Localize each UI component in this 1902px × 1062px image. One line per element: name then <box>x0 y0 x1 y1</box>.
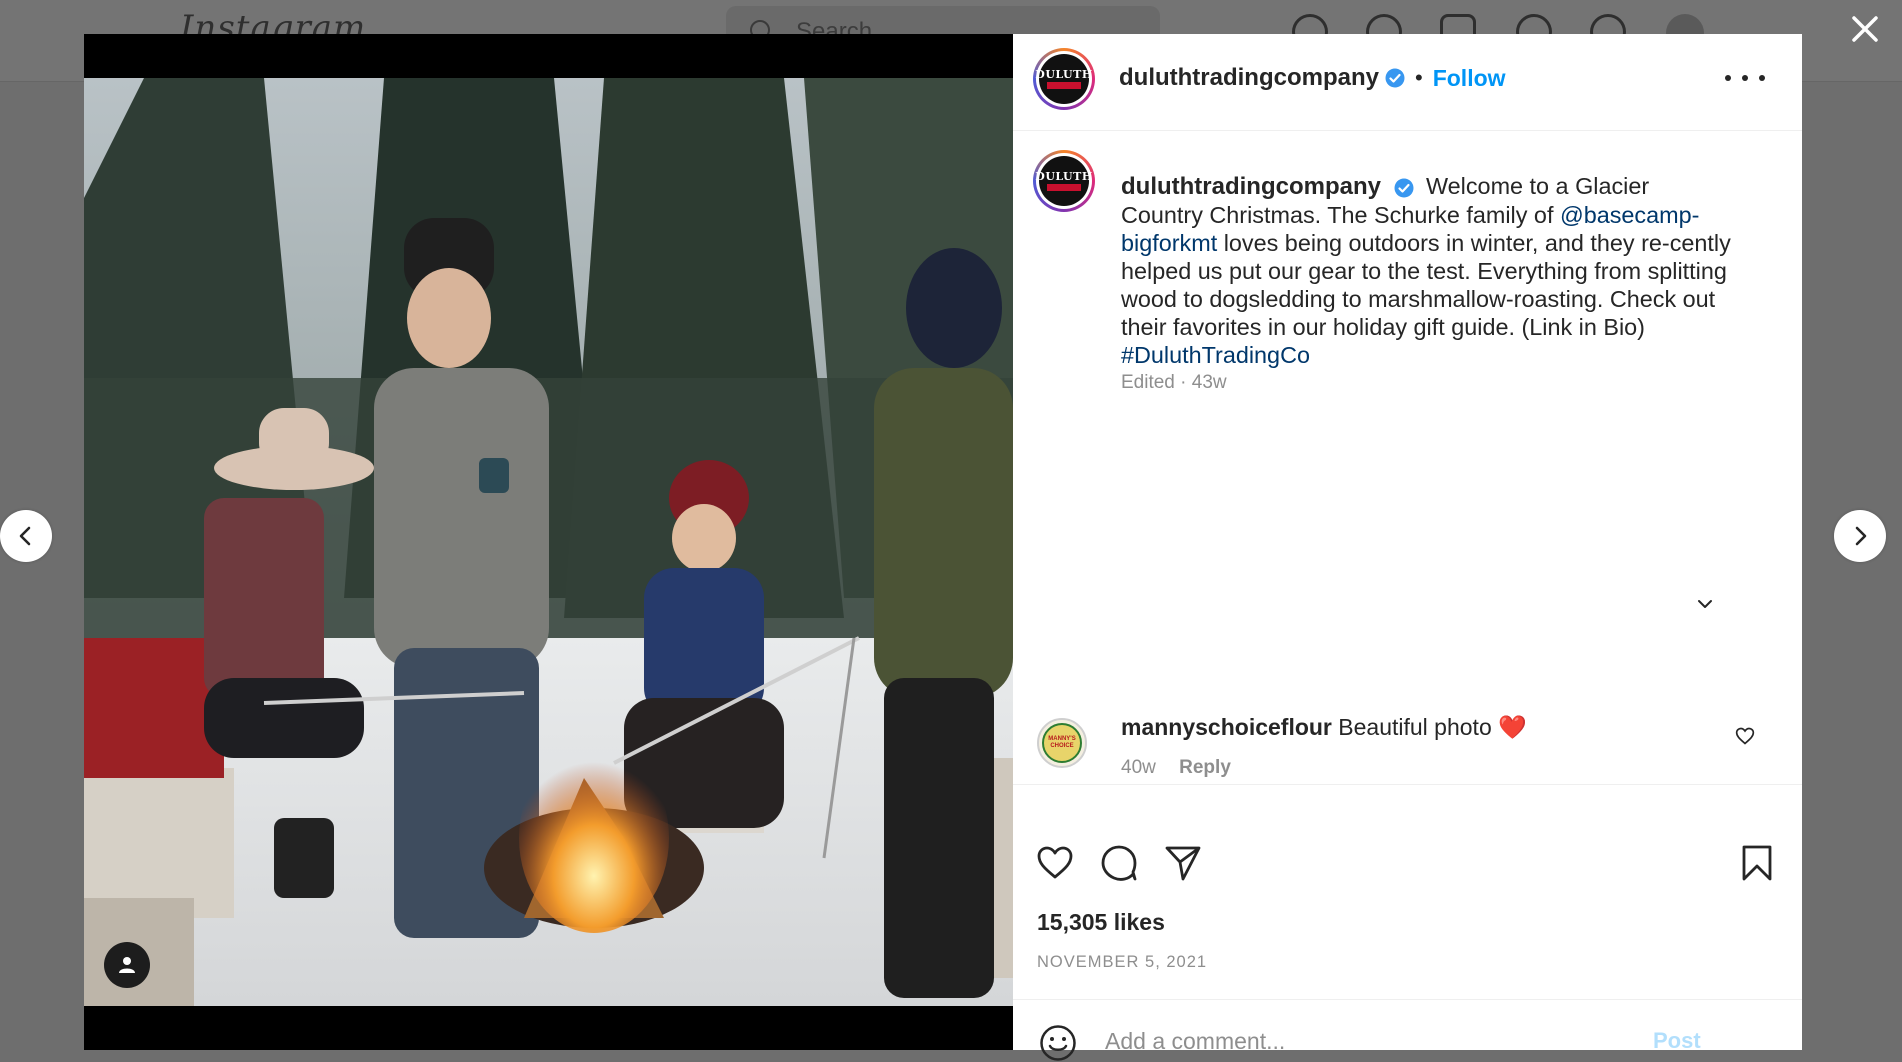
chevron-down-icon[interactable] <box>1693 592 1717 616</box>
caption-author-avatar[interactable]: DULUTH <box>1033 150 1095 212</box>
commenter-avatar[interactable]: MANNY'S CHOICE <box>1037 718 1087 768</box>
follow-button[interactable]: Follow <box>1433 65 1506 92</box>
close-icon <box>1852 16 1878 42</box>
header-separator: • <box>1415 65 1423 90</box>
next-post-button[interactable] <box>1834 510 1886 562</box>
reply-button[interactable]: Reply <box>1179 757 1231 778</box>
verified-badge-icon <box>1394 178 1413 198</box>
comment-text: Beautiful photo ❤️ <box>1338 714 1527 740</box>
chevron-right-icon <box>1855 526 1867 546</box>
user-tag-icon <box>119 957 135 973</box>
comment-age: 40w <box>1121 757 1156 778</box>
commenter-username[interactable]: mannyschoiceflour <box>1121 714 1332 740</box>
tagged-users-button[interactable] <box>104 942 150 988</box>
post-header: DULUTH duluthtradingcompany • Follow <box>1013 34 1802 131</box>
post-modal: DULUTH duluthtradingcompany • Follow DUL… <box>84 34 1802 1062</box>
post-comment-button[interactable]: Post <box>1653 1028 1701 1054</box>
add-comment-input[interactable] <box>1103 1020 1667 1062</box>
more-options-icon[interactable] <box>1725 66 1765 90</box>
comment-icon[interactable] <box>1099 843 1139 883</box>
chevron-left-icon <box>19 526 31 546</box>
comment-item: MANNY'S CHOICE mannyschoiceflour Beautif… <box>1013 674 1802 784</box>
verified-badge-icon <box>1385 68 1405 88</box>
likes-count[interactable]: 15,305 likes <box>1037 909 1165 936</box>
comment-composer: Post <box>1013 999 1802 1062</box>
author-username[interactable]: duluthtradingcompany <box>1119 64 1379 92</box>
post-photo[interactable] <box>84 78 1013 1006</box>
caption-hashtag-link[interactable]: #DuluthTradingCo <box>1121 342 1310 368</box>
duluth-logo-text: DULUTH <box>1035 68 1093 81</box>
comment-meta: 40w Reply <box>1121 757 1231 779</box>
previous-post-button[interactable] <box>0 510 52 562</box>
caption-edited-time: Edited · 43w <box>1121 372 1227 393</box>
bookmark-icon[interactable] <box>1737 843 1777 883</box>
emoji-icon[interactable] <box>1039 1024 1077 1062</box>
post-date: NOVEMBER 5, 2021 <box>1037 953 1208 971</box>
author-avatar[interactable]: DULUTH <box>1033 48 1095 110</box>
post-caption: duluthtradingcompany Welcome to a Glacie… <box>1121 172 1731 369</box>
post-media <box>84 34 1013 1050</box>
close-button[interactable] <box>1828 0 1902 58</box>
duluth-logo: DULUTH <box>1035 156 1092 206</box>
caption-username[interactable]: duluthtradingcompany <box>1121 173 1381 200</box>
heart-icon[interactable] <box>1035 843 1075 883</box>
post-side-panel: DULUTH duluthtradingcompany • Follow DUL… <box>1013 34 1802 1062</box>
post-actions: 15,305 likes NOVEMBER 5, 2021 Post <box>1013 784 1802 1062</box>
duluth-logo: DULUTH <box>1035 54 1092 104</box>
share-icon[interactable] <box>1163 843 1203 883</box>
comment-like-heart-icon[interactable] <box>1735 726 1755 746</box>
comment-body: mannyschoiceflour Beautiful photo ❤️ <box>1121 714 1527 741</box>
header-meta: duluthtradingcompany • Follow <box>1119 64 1506 92</box>
duluth-logo-text: DULUTH <box>1035 170 1093 183</box>
mannys-choice-logo: MANNY'S CHOICE <box>1042 723 1082 763</box>
